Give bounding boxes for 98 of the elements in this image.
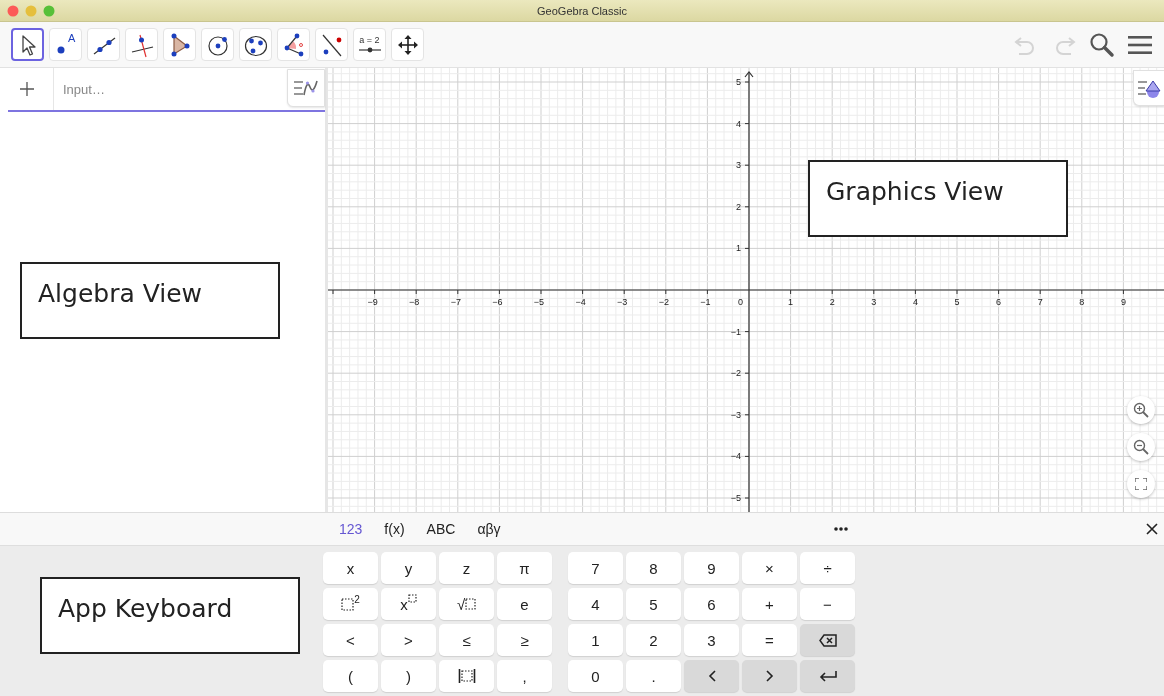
chevron-right-icon — [765, 670, 774, 682]
keyboard-key[interactable]: ÷ — [800, 552, 855, 584]
keyboard-tab[interactable]: ABC — [417, 513, 465, 545]
axis-label: 6 — [996, 297, 1002, 307]
axis-label: −9 — [367, 297, 378, 307]
keyboard-key[interactable]: 4 — [568, 588, 623, 620]
plus-icon — [19, 82, 34, 96]
zoom-in-button[interactable] — [1127, 396, 1155, 424]
placeholder-box-icon — [407, 594, 417, 603]
point-icon — [56, 45, 65, 54]
annotation-label: Graphics View — [808, 160, 1068, 237]
keyboard-key[interactable]: 8 — [626, 552, 681, 584]
enter-icon — [818, 670, 837, 682]
axis-label: −3 — [617, 297, 628, 307]
keyboard-key[interactable] — [800, 660, 855, 692]
annotation-label: Algebra View — [20, 262, 280, 339]
keyboard-key[interactable]: ) — [381, 660, 436, 692]
keyboard-key[interactable]: × — [742, 552, 797, 584]
keyboard-key[interactable]: e — [497, 588, 552, 620]
keyboard-key[interactable] — [800, 624, 855, 656]
axis-label: −5 — [533, 297, 545, 307]
axis-label: −1 — [730, 326, 741, 337]
keyboard-key[interactable]: 9 — [684, 552, 739, 584]
keyboard-key[interactable]: + — [742, 588, 797, 620]
axis-label: 4 — [736, 118, 741, 129]
keyboard-key[interactable]: − — [800, 588, 855, 620]
keyboard-key[interactable]: π — [497, 552, 552, 584]
axis-label: −2 — [730, 368, 741, 379]
keyboard-key[interactable]: < — [323, 624, 378, 656]
tool-button[interactable]: a = 2 — [353, 28, 386, 61]
axis-label: 1 — [788, 297, 794, 307]
window-title: GeoGebra Classic — [537, 4, 627, 17]
axis-label: 5 — [954, 297, 960, 307]
chevron-left-icon — [707, 670, 716, 682]
keyboard-tab[interactable]: αβγ — [468, 513, 510, 545]
close-icon — [1146, 523, 1158, 535]
keyboard-key[interactable]: z — [439, 552, 494, 584]
axis-label: 8 — [1079, 297, 1085, 307]
keyboard-key[interactable]: y — [381, 552, 436, 584]
axis-label: −4 — [730, 451, 741, 462]
axis-label: 2 — [829, 297, 835, 307]
axis-label: 2 — [736, 201, 741, 212]
window-controls-icon — [7, 5, 55, 17]
keyboard-tab[interactable]: f(x) — [375, 513, 414, 545]
axis-label: 7 — [1037, 297, 1043, 307]
keyboard-tab[interactable]: 123 — [330, 513, 372, 545]
keyboard-key[interactable]: √ — [439, 588, 494, 620]
keyboard-key[interactable]: = — [742, 624, 797, 656]
absolute-value-icon — [457, 668, 476, 684]
keyboard-key[interactable]: > — [381, 624, 436, 656]
placeholder-box-icon — [465, 598, 477, 610]
fullscreen-icon — [1135, 478, 1147, 490]
slider-icon — [356, 46, 383, 54]
algebra-menu-button[interactable] — [287, 69, 325, 107]
search-icon — [1088, 30, 1116, 59]
keyboard-key[interactable]: , — [497, 660, 552, 692]
keyboard-key[interactable]: 1 — [568, 624, 623, 656]
keyboard-key[interactable]: 6 — [684, 588, 739, 620]
keyboard-key[interactable]: 7 — [568, 552, 623, 584]
axis-label: −5 — [730, 493, 741, 503]
axis-label: −4 — [575, 297, 586, 307]
zoom-out-icon — [1133, 439, 1149, 455]
axis-label: −1 — [700, 297, 711, 307]
keyboard-key[interactable]: 3 — [684, 624, 739, 656]
zoom-in-icon — [1133, 402, 1149, 418]
zoom-out-button[interactable] — [1127, 433, 1155, 461]
axis-label: 5 — [736, 77, 741, 87]
axis-label: −7 — [450, 297, 461, 307]
axis-label: −3 — [730, 409, 741, 420]
axis-label: 3 — [871, 297, 877, 307]
placeholder-box-icon — [341, 597, 355, 611]
keyboard-key[interactable]: 2 — [323, 588, 378, 620]
axis-label: 1 — [736, 243, 741, 254]
keyboard-key[interactable]: 0 — [568, 660, 623, 692]
keyboard-key[interactable]: x — [323, 552, 378, 584]
axis-label: 0 — [738, 297, 743, 307]
keyboard-key[interactable]: ≥ — [497, 624, 552, 656]
keyboard-key[interactable] — [439, 660, 494, 692]
backspace-icon — [818, 633, 837, 647]
keyboard-key[interactable]: . — [626, 660, 681, 692]
annotation-label: App Keyboard — [40, 577, 300, 654]
axis-label: −2 — [658, 297, 669, 307]
keyboard-key[interactable]: 5 — [626, 588, 681, 620]
axis-label: 4 — [912, 297, 918, 307]
more-icon — [834, 527, 848, 531]
axis-label: −8 — [409, 297, 420, 307]
input-field[interactable]: Input… — [54, 80, 287, 98]
axis-label: −6 — [492, 297, 503, 307]
style-bar-button[interactable] — [1133, 70, 1164, 106]
tool-button[interactable] — [11, 28, 44, 61]
keyboard-key[interactable]: x — [381, 588, 436, 620]
keyboard-key[interactable]: 2 — [626, 624, 681, 656]
keyboard-key[interactable]: ≤ — [439, 624, 494, 656]
tool-button[interactable]: A — [49, 28, 82, 61]
axis-label: 3 — [736, 160, 741, 171]
axis-label: 9 — [1120, 297, 1126, 307]
keyboard-key[interactable]: ( — [323, 660, 378, 692]
fullscreen-button[interactable] — [1127, 470, 1155, 498]
